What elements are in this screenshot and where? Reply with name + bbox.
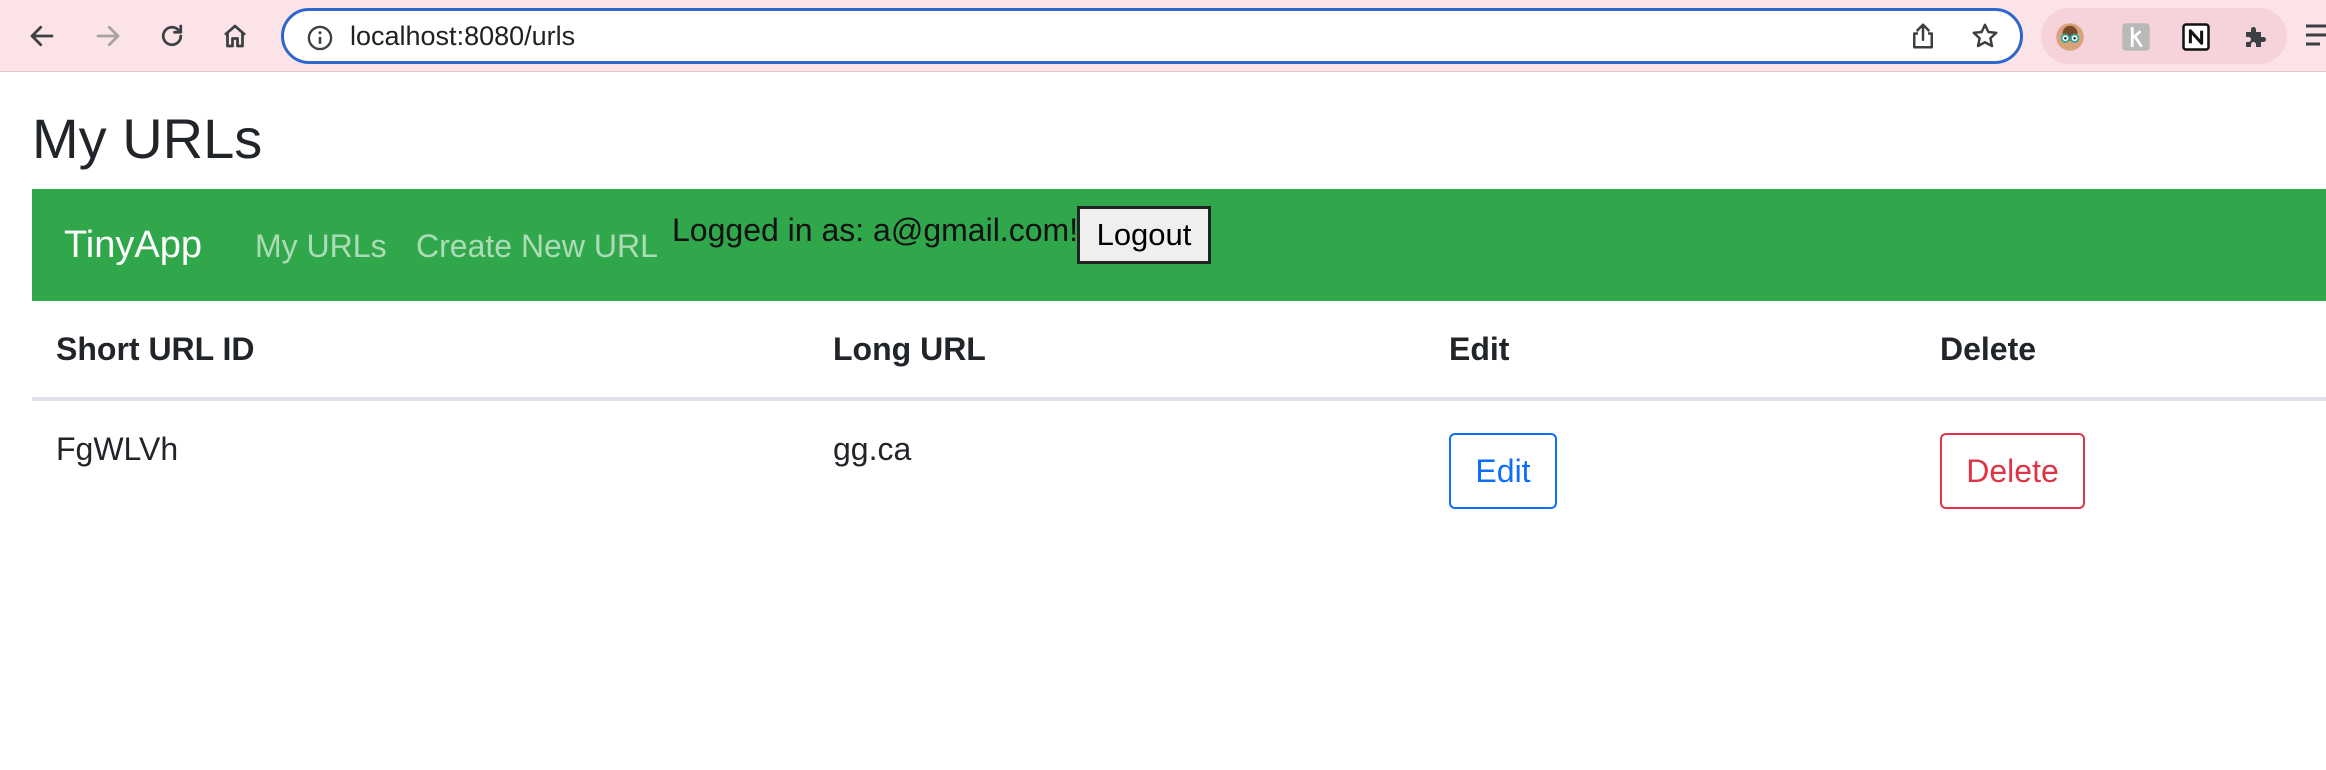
edit-cell: Edit bbox=[1425, 399, 1916, 541]
edit-button[interactable]: Edit bbox=[1449, 433, 1557, 509]
logged-in-text: Logged in as: a@gmail.com! bbox=[672, 212, 1079, 248]
column-header-edit: Edit bbox=[1425, 302, 1916, 401]
back-button[interactable] bbox=[20, 14, 64, 58]
long-url-cell: gg.ca bbox=[833, 431, 912, 467]
nav-link-my-urls[interactable]: My URLs bbox=[255, 227, 387, 265]
back-arrow-icon bbox=[30, 25, 54, 47]
short-url-id-cell: FgWLVh bbox=[56, 431, 179, 467]
url-text[interactable]: localhost:8080/urls bbox=[350, 11, 575, 61]
nav-link-create-new-url[interactable]: Create New URL bbox=[416, 227, 658, 265]
reload-button[interactable] bbox=[150, 14, 194, 58]
notion-extension-icon[interactable] bbox=[2181, 22, 2211, 52]
home-button[interactable] bbox=[213, 14, 257, 58]
k-extension-icon[interactable] bbox=[2121, 22, 2151, 52]
table-row: FgWLVh gg.ca Edit Delete bbox=[32, 399, 2326, 541]
home-icon bbox=[224, 24, 246, 48]
forward-button[interactable] bbox=[86, 14, 130, 58]
logout-button[interactable]: Logout bbox=[1077, 206, 1211, 264]
delete-button[interactable]: Delete bbox=[1940, 433, 2085, 509]
browser-toolbar: localhost:8080/urls bbox=[0, 0, 2326, 72]
extensions-area bbox=[2041, 8, 2287, 64]
star-icon[interactable] bbox=[1970, 21, 2000, 51]
table-header-row: Short URL ID Long URL Edit Delete bbox=[32, 302, 2326, 401]
urls-table: Short URL ID Long URL Edit Delete FgWLVh… bbox=[32, 302, 2326, 541]
puzzle-extensions-icon[interactable] bbox=[2241, 22, 2271, 52]
avatar-extension-icon[interactable] bbox=[2055, 22, 2085, 52]
column-header-delete: Delete bbox=[1916, 302, 2326, 401]
share-icon[interactable] bbox=[1908, 21, 1938, 51]
delete-cell: Delete bbox=[1916, 399, 2326, 541]
forward-arrow-icon bbox=[96, 25, 120, 47]
column-header-long-url: Long URL bbox=[809, 302, 1425, 401]
info-icon[interactable] bbox=[306, 24, 334, 52]
address-bar[interactable]: localhost:8080/urls bbox=[281, 8, 2023, 64]
reload-icon bbox=[161, 24, 183, 47]
menu-icon[interactable] bbox=[2304, 22, 2326, 48]
page-title: My URLs bbox=[32, 107, 263, 170]
brand-link[interactable]: TinyApp bbox=[64, 223, 202, 267]
column-header-short-url-id: Short URL ID bbox=[32, 302, 809, 401]
top-navbar: TinyApp My URLs Create New URL Logged in… bbox=[32, 189, 2326, 301]
